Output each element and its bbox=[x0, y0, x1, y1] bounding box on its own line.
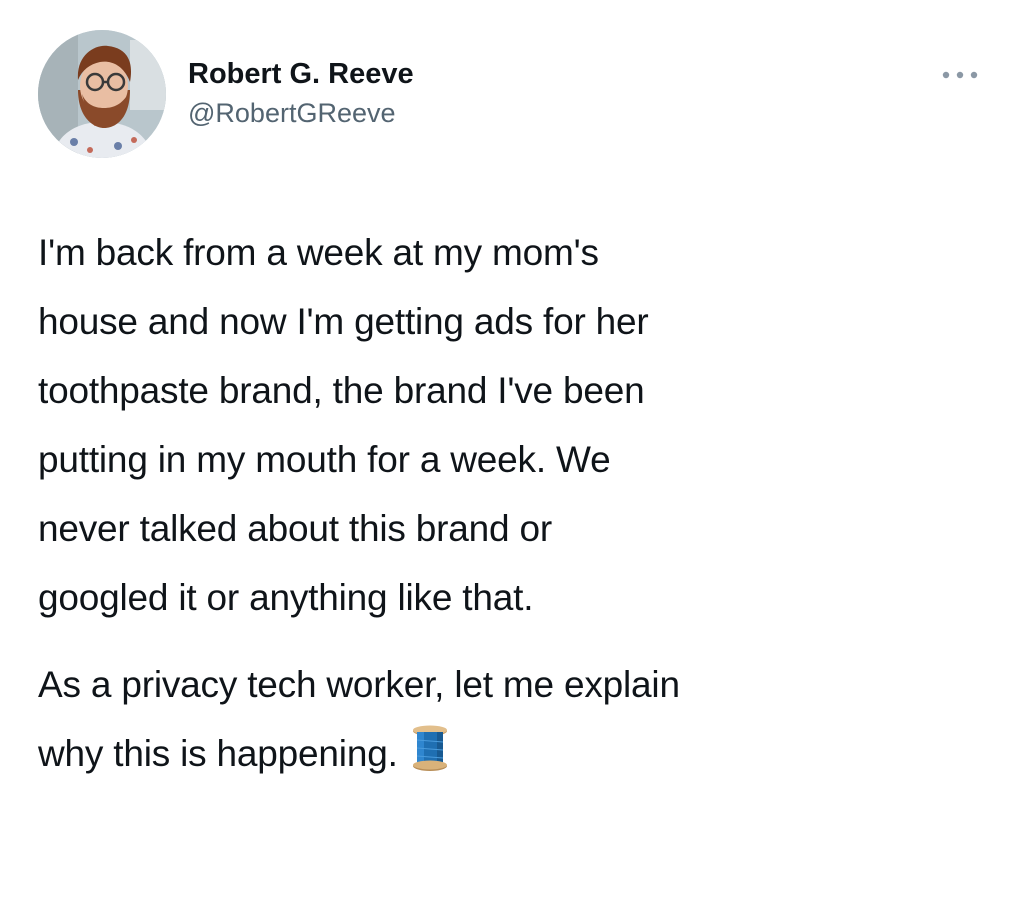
tweet-paragraph: As a privacy tech worker, let me explain… bbox=[38, 650, 998, 788]
tweet-paragraph-text: As a privacy tech worker, let me explain… bbox=[38, 664, 680, 774]
author-display-name[interactable]: Robert G. Reeve bbox=[188, 56, 414, 92]
author-names: Robert G. Reeve @RobertGReeve bbox=[188, 56, 414, 130]
tweet-paragraph: I'm back from a week at my mom's house a… bbox=[38, 232, 649, 618]
user-avatar-photo bbox=[38, 30, 166, 158]
tweet-header: Robert G. Reeve @RobertGReeve bbox=[38, 30, 988, 160]
tweet-text: I'm back from a week at my mom's house a… bbox=[38, 218, 998, 788]
thread-spool-icon bbox=[412, 725, 447, 771]
avatar[interactable] bbox=[38, 30, 166, 158]
author-handle[interactable]: @RobertGReeve bbox=[188, 96, 414, 130]
more-options-button[interactable] bbox=[932, 60, 988, 90]
tweet: Robert G. Reeve @RobertGReeve I'm back f… bbox=[0, 0, 1024, 912]
ellipsis-icon bbox=[942, 71, 978, 79]
